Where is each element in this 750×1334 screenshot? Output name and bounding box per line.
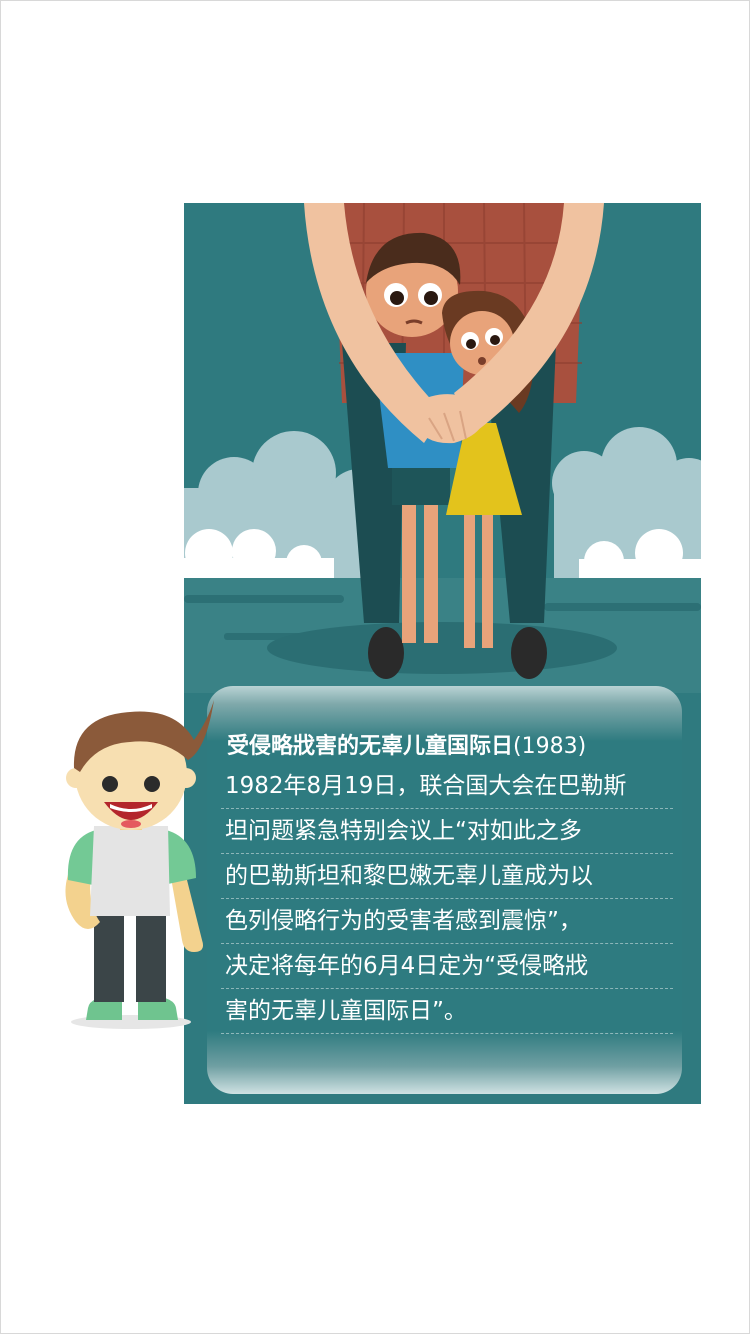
cartoon-boy-mascot (65, 700, 214, 1029)
adult-protecting-children-illustration (184, 203, 701, 693)
heading: 受侵略戕害的无辜儿童国际日(1983) (227, 728, 677, 760)
body-line: 的巴勒斯坦和黎巴嫩无辜儿童成为以 (221, 854, 673, 899)
body-line: 坦问题紧急特别会议上“对如此之多 (221, 809, 673, 854)
heading-year: (1983) (513, 734, 587, 759)
body-line: 决定将每年的6月4日定为“受侵略戕 (221, 944, 673, 989)
info-text-panel: 受侵略戕害的无辜儿童国际日(1983) 1982年8月19日，联合国大会在巴勒斯… (207, 686, 682, 1094)
body-line: 1982年8月19日，联合国大会在巴勒斯 (221, 764, 673, 809)
body-line: 害的无辜儿童国际日”。 (221, 989, 673, 1034)
heading-title: 受侵略戕害的无辜儿童国际日 (227, 734, 514, 759)
body-text: 1982年8月19日，联合国大会在巴勒斯 坦问题紧急特别会议上“对如此之多 的巴… (221, 764, 673, 1034)
body-line: 色列侵略行为的受害者感到震惊”， (221, 899, 673, 944)
